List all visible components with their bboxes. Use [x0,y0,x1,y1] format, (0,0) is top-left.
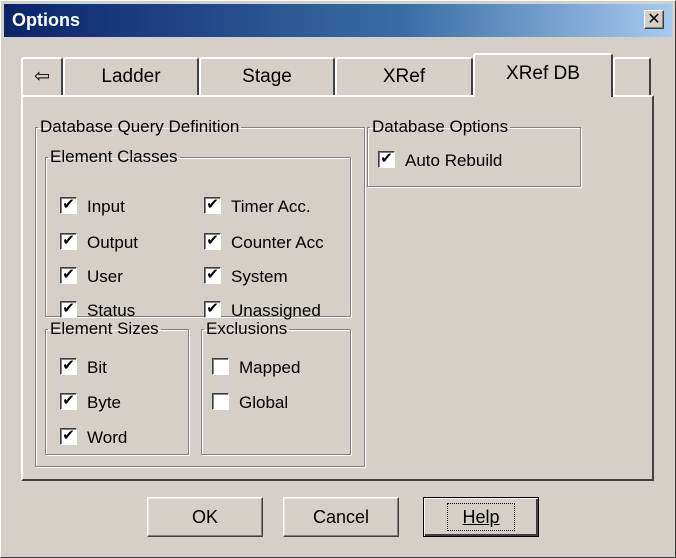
database-options-group: Database Options ✔ Auto Rebuild [367,117,581,187]
checkbox-box[interactable] [212,393,229,410]
cancel-button[interactable]: Cancel [283,497,399,537]
checkbox-box[interactable]: ✔ [378,150,395,168]
checkbox-label: System [231,267,288,286]
checkmark-icon: ✔ [62,357,75,374]
checkbox-box[interactable]: ✔ [60,392,77,410]
checkbox-output[interactable]: ✔ Output [60,232,138,254]
tab-overflow[interactable] [613,57,651,95]
checkbox-box[interactable]: ✔ [60,427,77,445]
checkbox-byte[interactable]: ✔ Byte [60,392,121,414]
checkbox-timer-acc[interactable]: ✔ Timer Acc. [204,196,311,218]
checkbox-global[interactable]: Global [212,392,288,414]
checkbox-word[interactable]: ✔ Word [60,427,127,449]
group-title: Database Query Definition [40,117,240,136]
close-button[interactable]: ✕ [644,10,664,29]
checkbox-label: Status [87,301,136,320]
tab-xref-db[interactable]: XRef DB [473,53,613,97]
help-button[interactable]: Help [423,497,539,537]
checkbox-box[interactable]: ✔ [60,196,77,214]
group-title: Database Options [372,117,509,136]
group-title: Element Classes [50,147,178,166]
checkbox-user[interactable]: ✔ User [60,266,123,288]
checkbox-box[interactable]: ✔ [204,196,221,214]
tab-ladder[interactable]: Ladder [63,57,199,95]
tab-panel-xref-db: Database Query Definition Element Classe… [21,95,654,481]
element-classes-group: Element Classes ✔ Input ✔ Output ✔ User ✔ St… [45,147,351,320]
checkmark-icon: ✔ [62,427,75,444]
checkbox-system[interactable]: ✔ System [204,266,288,288]
checkbox-label: Timer Acc. [231,197,311,216]
checkbox-input[interactable]: ✔ Input [60,196,125,218]
checkmark-icon: ✔ [206,300,219,317]
checkmark-icon: ✔ [62,392,75,409]
group-title: Exclusions [206,319,288,338]
checkmark-icon: ✔ [62,232,75,249]
checkbox-label: User [87,267,123,286]
tab-scroll-left-button[interactable]: ⇦ [21,57,63,95]
arrow-left-icon: ⇦ [34,66,50,87]
tab-label: Stage [242,66,292,87]
checkbox-box[interactable]: ✔ [204,266,221,284]
button-label: Cancel [312,507,370,527]
checkmark-icon: ✔ [62,196,75,213]
checkbox-box[interactable] [212,358,229,375]
checkbox-box[interactable]: ✔ [60,266,77,284]
checkbox-label: Global [239,393,289,412]
checkbox-box[interactable]: ✔ [60,357,77,375]
checkbox-label: Word [87,428,128,447]
dialog-title: Options [12,10,80,30]
tab-label: XRef [382,66,426,87]
tab-label: Ladder [101,66,161,87]
checkbox-label: Mapped [239,358,301,377]
checkbox-label: Counter Acc [231,233,324,252]
checkbox-mapped[interactable]: Mapped [212,357,300,379]
title-bar[interactable]: Options ✕ [4,4,672,37]
checkmark-icon: ✔ [206,232,219,249]
close-icon: ✕ [647,11,661,28]
checkbox-box[interactable]: ✔ [60,232,77,250]
tab-xref[interactable]: XRef [335,57,473,95]
tab-stage[interactable]: Stage [199,57,335,95]
button-label: OK [191,507,218,527]
element-sizes-group: Element Sizes ✔ Bit ✔ Byte ✔ Word [45,319,189,455]
checkbox-box[interactable]: ✔ [204,300,221,318]
checkbox-counter-acc[interactable]: ✔ Counter Acc [204,232,324,254]
checkmark-icon: ✔ [206,196,219,213]
tab-label: XRef DB [506,63,580,84]
checkmark-icon: ✔ [62,266,75,283]
checkmark-icon: ✔ [380,150,393,167]
checkbox-label: Auto Rebuild [405,151,503,170]
checkbox-label: Unassigned [231,301,321,320]
exclusions-group: Exclusions Mapped Global [201,319,351,455]
checkbox-label: Output [87,233,139,252]
checkmark-icon: ✔ [62,300,75,317]
checkbox-label: Bit [87,358,107,377]
checkbox-auto-rebuild[interactable]: ✔ Auto Rebuild [378,150,502,172]
button-label: Help [462,507,500,527]
checkbox-label: Byte [87,393,122,412]
options-dialog: Options ✕ ⇦ Ladder Stage XRef XRef DB Da… [0,0,676,558]
focus-rectangle: Help [447,503,515,531]
checkbox-box[interactable]: ✔ [60,300,77,318]
checkbox-label: Input [87,197,125,216]
group-title: Element Sizes [50,319,159,338]
checkbox-bit[interactable]: ✔ Bit [60,357,107,379]
ok-button[interactable]: OK [147,497,263,537]
checkmark-icon: ✔ [206,266,219,283]
checkbox-box[interactable]: ✔ [204,232,221,250]
